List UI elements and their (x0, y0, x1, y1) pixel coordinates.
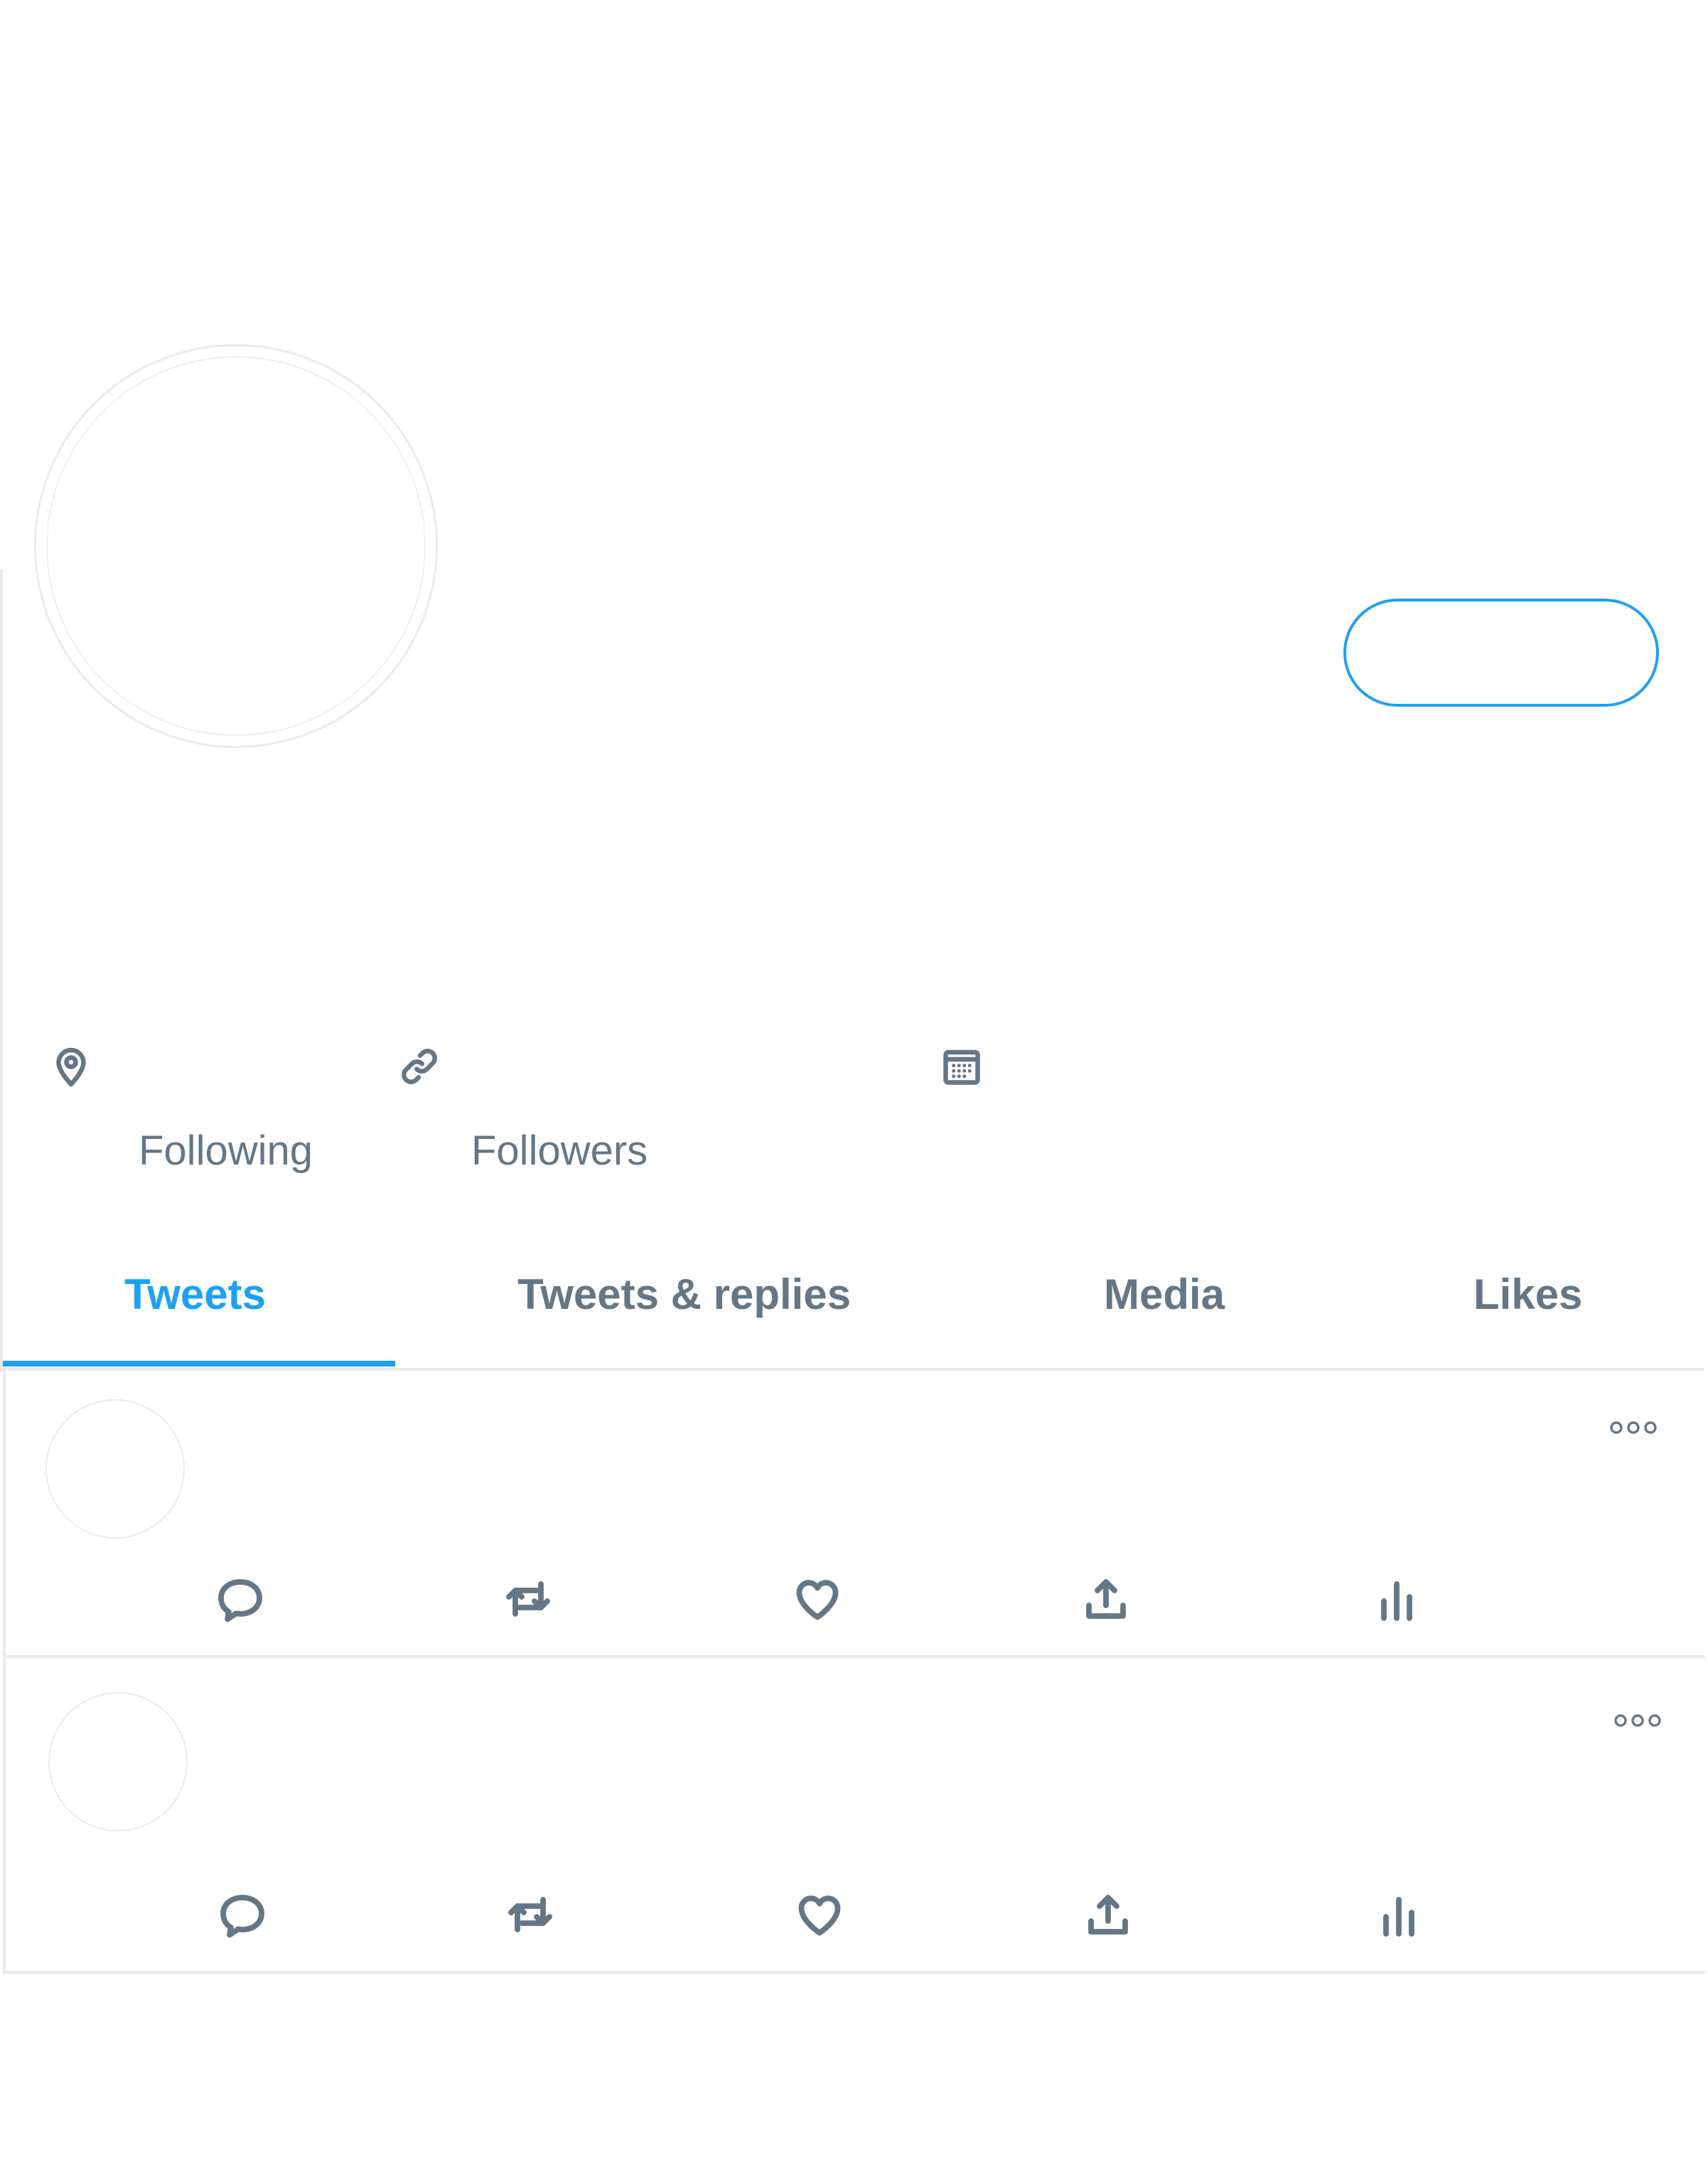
tweet-avatar[interactable] (48, 1692, 188, 1831)
retweet-icon[interactable] (505, 1889, 556, 1940)
reply-icon[interactable] (217, 1889, 268, 1940)
following-label[interactable]: Following (139, 1125, 313, 1177)
tab-likes[interactable]: Likes (1473, 1269, 1582, 1320)
more-icon[interactable] (1608, 1417, 1659, 1438)
tab-tweets[interactable]: Tweets (124, 1269, 266, 1320)
share-icon[interactable] (1083, 1889, 1134, 1940)
active-tab-indicator (3, 1361, 395, 1366)
followers-label[interactable]: Followers (471, 1125, 648, 1177)
share-icon[interactable] (1080, 1573, 1132, 1625)
location-icon (50, 1045, 92, 1088)
tab-media[interactable]: Media (1104, 1269, 1225, 1320)
tab-tweets-and-replies[interactable]: Tweets & replies (517, 1269, 851, 1320)
tweet-divider (3, 1971, 1705, 1974)
retweet-icon[interactable] (503, 1573, 554, 1625)
tweet-avatar[interactable] (45, 1399, 185, 1539)
like-icon[interactable] (794, 1889, 845, 1940)
like-icon[interactable] (792, 1573, 843, 1625)
follow-button[interactable] (1343, 599, 1659, 707)
analytics-icon[interactable] (1373, 1889, 1424, 1940)
analytics-icon[interactable] (1371, 1573, 1422, 1625)
link-icon[interactable] (398, 1045, 441, 1088)
more-icon[interactable] (1612, 1710, 1663, 1731)
reply-icon[interactable] (215, 1573, 266, 1625)
calendar-icon (940, 1045, 983, 1088)
profile-avatar[interactable] (34, 344, 438, 748)
